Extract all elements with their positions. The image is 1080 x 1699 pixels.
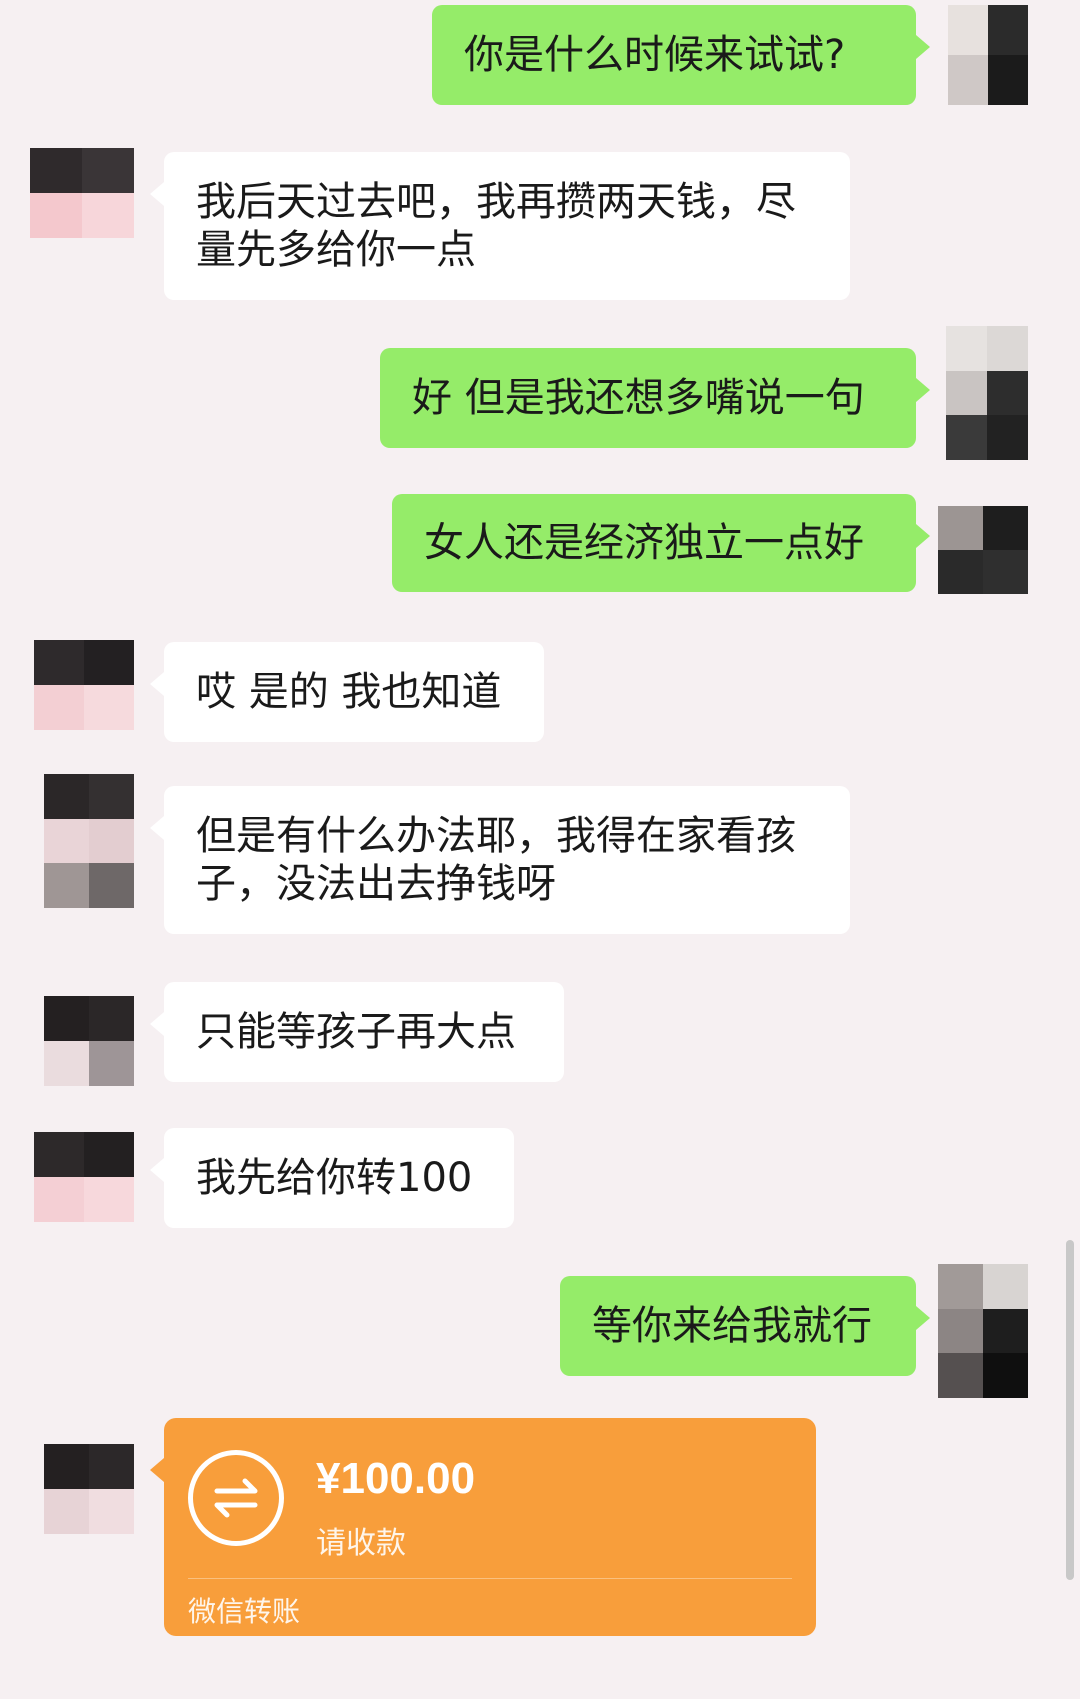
- transfer-footer-label: 微信转账: [188, 1595, 301, 1628]
- transfer-amount: ¥100.00: [316, 1454, 476, 1503]
- self-avatar[interactable]: [938, 506, 1028, 594]
- contact-avatar[interactable]: [34, 640, 134, 730]
- message-bubble-sent[interactable]: 好 但是我还想多嘴说一句: [380, 348, 930, 448]
- message-text: 女人还是经济独立一点好: [424, 520, 864, 566]
- wechat-transfer-card[interactable]: ¥100.00 请收款 微信转账: [150, 1418, 816, 1636]
- message-text: 只能等孩子再大点: [196, 1009, 516, 1055]
- transfer-status: 请收款: [316, 1526, 406, 1561]
- chat-window: 你是什么时候来试试? 我后天过去吧，我再攒两天钱，尽 量先多给你一点 好 但是我…: [0, 0, 1080, 1699]
- message-text: 等你来给我就行: [592, 1303, 872, 1349]
- message-text-line: 量先多给你一点: [196, 227, 476, 273]
- divider: [188, 1578, 792, 1579]
- contact-avatar[interactable]: [44, 774, 134, 908]
- message-text-line: 但是有什么办法耶，我得在家看孩: [196, 813, 796, 859]
- message-bubble-received[interactable]: 但是有什么办法耶，我得在家看孩 子，没法出去挣钱呀: [150, 786, 850, 934]
- message-text: 好 但是我还想多嘴说一句: [412, 375, 865, 421]
- message-bubble-received[interactable]: 我先给你转100: [150, 1128, 514, 1228]
- message-text: 我先给你转100: [196, 1155, 473, 1201]
- message-text: 你是什么时候来试试?: [464, 32, 846, 78]
- scrollbar[interactable]: [1066, 1240, 1074, 1580]
- self-avatar[interactable]: [938, 1264, 1028, 1398]
- message-bubble-sent[interactable]: 女人还是经济独立一点好: [392, 494, 930, 592]
- message-bubble-sent[interactable]: 等你来给我就行: [560, 1276, 930, 1376]
- self-avatar[interactable]: [946, 326, 1028, 460]
- message-bubble-received[interactable]: 只能等孩子再大点: [150, 982, 564, 1082]
- contact-avatar[interactable]: [30, 148, 134, 238]
- message-bubble-received[interactable]: 哎 是的 我也知道: [150, 642, 544, 742]
- contact-avatar[interactable]: [34, 1132, 134, 1222]
- contact-avatar[interactable]: [44, 1444, 134, 1534]
- self-avatar[interactable]: [948, 5, 1028, 105]
- message-text-line: 子，没法出去挣钱呀: [196, 861, 556, 907]
- contact-avatar[interactable]: [44, 996, 134, 1086]
- message-text: 哎 是的 我也知道: [196, 669, 502, 715]
- message-text-line: 我后天过去吧，我再攒两天钱，尽: [196, 179, 796, 225]
- transfer-arrows-icon: [188, 1450, 284, 1546]
- message-bubble-received[interactable]: 我后天过去吧，我再攒两天钱，尽 量先多给你一点: [150, 152, 850, 300]
- message-bubble-sent[interactable]: 你是什么时候来试试?: [432, 5, 930, 105]
